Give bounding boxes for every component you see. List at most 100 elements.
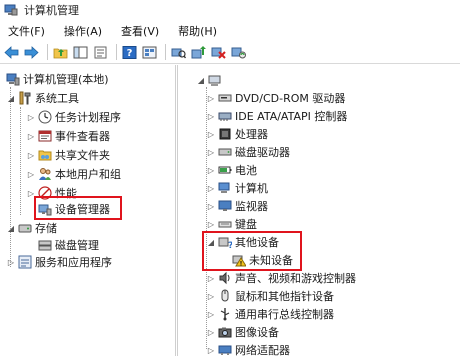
- tree-label: 处理器: [235, 128, 268, 141]
- tree-node-task-scheduler[interactable]: ▷ 任务计划程序: [26, 108, 121, 126]
- forward-arrow-icon[interactable]: [23, 44, 40, 61]
- tree-label: 事件查看器: [55, 130, 110, 143]
- expand-arrow-icon[interactable]: ◢: [6, 94, 16, 103]
- help-icon[interactable]: ?: [121, 44, 138, 61]
- menu-view[interactable]: 查看(V): [121, 23, 159, 39]
- toolbar: ?: [0, 41, 460, 64]
- processor-icon: [217, 127, 232, 142]
- collapse-arrow-icon[interactable]: ▷: [206, 346, 216, 355]
- back-arrow-icon[interactable]: [3, 44, 20, 61]
- tree-label: 共享文件夹: [55, 149, 110, 162]
- collapse-arrow-icon[interactable]: ▷: [206, 112, 216, 121]
- view-icon[interactable]: [141, 44, 158, 61]
- disk-drive-icon: [217, 145, 232, 160]
- device-battery[interactable]: ▷ 电池: [206, 161, 257, 179]
- device-usb-controllers[interactable]: ▷ 通用串行总线控制器: [206, 305, 334, 323]
- tree-node-shared-folders[interactable]: ▷ 共享文件夹: [26, 146, 110, 164]
- menu-action[interactable]: 操作(A): [64, 23, 102, 39]
- tree-label: 计算机管理(本地): [23, 73, 109, 86]
- network-adapter-icon: [217, 343, 232, 356]
- device-computer[interactable]: ▷ 计算机: [206, 179, 268, 197]
- update-driver-icon[interactable]: [190, 44, 207, 61]
- collapse-arrow-icon[interactable]: ▷: [206, 130, 216, 139]
- computer-management-icon: [4, 4, 18, 16]
- title-bar: 计算机管理: [0, 0, 460, 20]
- device-mouse[interactable]: ▷ 鼠标和其他指针设备: [206, 287, 334, 305]
- collapse-arrow-icon[interactable]: ▷: [206, 94, 216, 103]
- tree-label: 鼠标和其他指针设备: [235, 290, 334, 303]
- collapse-arrow-icon[interactable]: ▷: [206, 202, 216, 211]
- tree-label: 通用串行总线控制器: [235, 308, 334, 321]
- device-processor[interactable]: ▷ 处理器: [206, 125, 268, 143]
- other-devices-highlight: [202, 231, 302, 271]
- tree-node-computer-root[interactable]: ◢: [196, 71, 225, 89]
- expand-arrow-icon[interactable]: ◢: [6, 224, 16, 233]
- collapse-arrow-icon[interactable]: ▷: [206, 328, 216, 337]
- collapse-arrow-icon[interactable]: ▷: [26, 151, 36, 160]
- uninstall-device-icon[interactable]: [230, 44, 247, 61]
- properties-icon[interactable]: [92, 44, 109, 61]
- computer-management-icon: [5, 72, 20, 87]
- collapse-arrow-icon[interactable]: ▷: [6, 258, 16, 267]
- collapse-arrow-icon[interactable]: ▷: [26, 132, 36, 141]
- tree-node-disk-management[interactable]: 磁盘管理: [36, 236, 99, 254]
- collapse-arrow-icon[interactable]: ▷: [206, 292, 216, 301]
- battery-icon: [217, 163, 232, 178]
- console-tree-icon[interactable]: [72, 44, 89, 61]
- device-sound-video[interactable]: ▷ 声音、视频和游戏控制器: [206, 269, 356, 287]
- tree-node-computer-management[interactable]: 计算机管理(本地): [4, 70, 109, 88]
- collapse-arrow-icon[interactable]: ▷: [206, 220, 216, 229]
- device-network-adapters[interactable]: ▷ 网络适配器: [206, 341, 290, 356]
- tree-node-system-tools[interactable]: ◢ 系统工具: [6, 89, 79, 107]
- tree-label: 网络适配器: [235, 344, 290, 356]
- camera-icon: [217, 325, 232, 340]
- menu-help[interactable]: 帮助(H): [178, 23, 217, 39]
- tree-node-local-users[interactable]: ▷ 本地用户和组: [26, 165, 121, 183]
- usb-icon: [217, 307, 232, 322]
- tree-guide-line: [10, 87, 11, 267]
- tree-label: 声音、视频和游戏控制器: [235, 272, 356, 285]
- collapse-arrow-icon[interactable]: ▷: [206, 166, 216, 175]
- console-tree-pane[interactable]: 计算机管理(本地) ◢ 系统工具 ▷ 任务计划程序 ▷ 事件查看器 ▷ 共享文件…: [0, 65, 176, 356]
- collapse-arrow-icon[interactable]: ▷: [206, 184, 216, 193]
- tree-label: 图像设备: [235, 326, 279, 339]
- toolbar-separator: [47, 44, 48, 60]
- disable-device-icon[interactable]: [210, 44, 227, 61]
- collapse-arrow-icon[interactable]: ▷: [206, 148, 216, 157]
- window-title: 计算机管理: [24, 4, 79, 17]
- event-viewer-icon: [37, 129, 52, 144]
- device-disk-drive[interactable]: ▷ 磁盘驱动器: [206, 143, 290, 161]
- scan-hardware-icon[interactable]: [170, 44, 187, 61]
- services-icon: [17, 255, 32, 270]
- device-imaging[interactable]: ▷ 图像设备: [206, 323, 279, 341]
- device-dvd-cd-rom[interactable]: ▷ DVD/CD-ROM 驱动器: [206, 89, 345, 107]
- monitor-icon: [217, 199, 232, 214]
- dvd-drive-icon: [217, 91, 232, 106]
- collapse-arrow-icon[interactable]: ▷: [206, 310, 216, 319]
- users-icon: [37, 167, 52, 182]
- shared-folder-icon: [37, 148, 52, 163]
- device-ide-controller[interactable]: ▷ IDE ATA/ATAPI 控制器: [206, 107, 347, 125]
- tree-label: 服务和应用程序: [35, 256, 112, 269]
- tree-label: 任务计划程序: [55, 111, 121, 124]
- tree-node-event-viewer[interactable]: ▷ 事件查看器: [26, 127, 110, 145]
- tree-label: 磁盘驱动器: [235, 146, 290, 159]
- tree-label: 系统工具: [35, 92, 79, 105]
- collapse-arrow-icon[interactable]: ▷: [26, 170, 36, 179]
- collapse-arrow-icon[interactable]: ▷: [26, 113, 36, 122]
- menu-file[interactable]: 文件(F): [8, 23, 45, 39]
- device-monitor[interactable]: ▷ 监视器: [206, 197, 268, 215]
- tree-label: DVD/CD-ROM 驱动器: [235, 92, 346, 105]
- tree-node-services[interactable]: ▷ 服务和应用程序: [6, 253, 112, 271]
- collapse-arrow-icon[interactable]: ▷: [206, 274, 216, 283]
- toolbar-separator: [116, 44, 117, 60]
- device-tree-pane[interactable]: ◢ ▷ DVD/CD-ROM 驱动器 ▷ IDE ATA/ATAPI 控制器 ▷…: [177, 65, 460, 356]
- up-folder-icon[interactable]: [52, 44, 69, 61]
- tree-label: IDE ATA/ATAPI 控制器: [235, 110, 348, 123]
- device-manager-highlight: [34, 196, 122, 220]
- expand-arrow-icon[interactable]: ◢: [196, 76, 206, 85]
- tree-label: 电池: [235, 164, 257, 177]
- disk-management-icon: [37, 238, 52, 253]
- tree-node-storage[interactable]: ◢ 存储: [6, 219, 57, 237]
- menu-bar: 文件(F) 操作(A) 查看(V) 帮助(H): [0, 20, 460, 41]
